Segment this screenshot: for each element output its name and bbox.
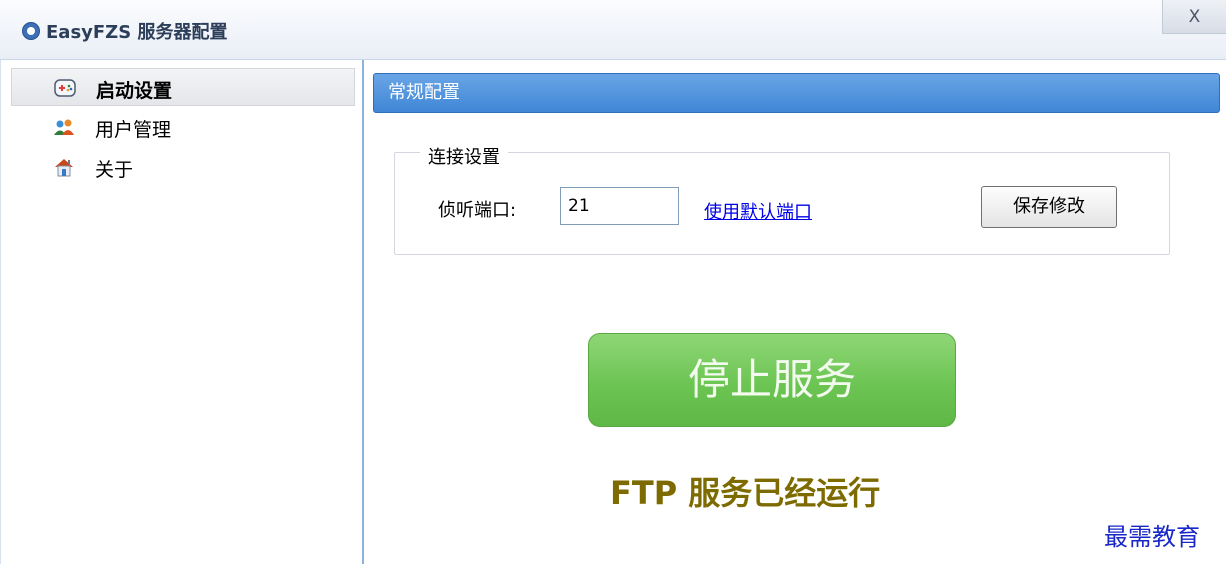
gamepad-icon (54, 79, 76, 97)
section-header-general-config: 常规配置 (373, 73, 1220, 113)
sidebar-item-label: 用户管理 (95, 119, 172, 141)
home-icon (55, 159, 73, 177)
close-button[interactable]: X (1162, 0, 1226, 34)
watermark-text: 最需教育 (1104, 523, 1200, 551)
sidebar-item-label: 关于 (95, 159, 134, 181)
sidebar: 启动设置 用户管理 关于 (0, 60, 364, 564)
sidebar-item-label: 启动设置 (96, 80, 173, 102)
listen-port-input[interactable] (560, 187, 679, 225)
sidebar-item-startup-settings[interactable]: 启动设置 (11, 68, 355, 106)
sidebar-item-about[interactable]: 关于 (11, 148, 355, 186)
window-title: EasyFZS 服务器配置 (46, 22, 228, 43)
listen-port-label: 侦听端口: (438, 200, 517, 221)
use-default-port-link[interactable]: 使用默认端口 (704, 198, 812, 224)
save-changes-button[interactable]: 保存修改 (981, 186, 1117, 228)
stop-service-button[interactable]: 停止服务 (588, 333, 956, 427)
app-logo-icon (22, 22, 40, 40)
group-title: 连接设置 (420, 143, 508, 169)
title-bar: EasyFZS 服务器配置 X (0, 0, 1226, 60)
users-icon (54, 119, 74, 135)
service-status-text: FTP 服务已经运行 (610, 474, 881, 512)
sidebar-item-user-management[interactable]: 用户管理 (11, 108, 355, 146)
